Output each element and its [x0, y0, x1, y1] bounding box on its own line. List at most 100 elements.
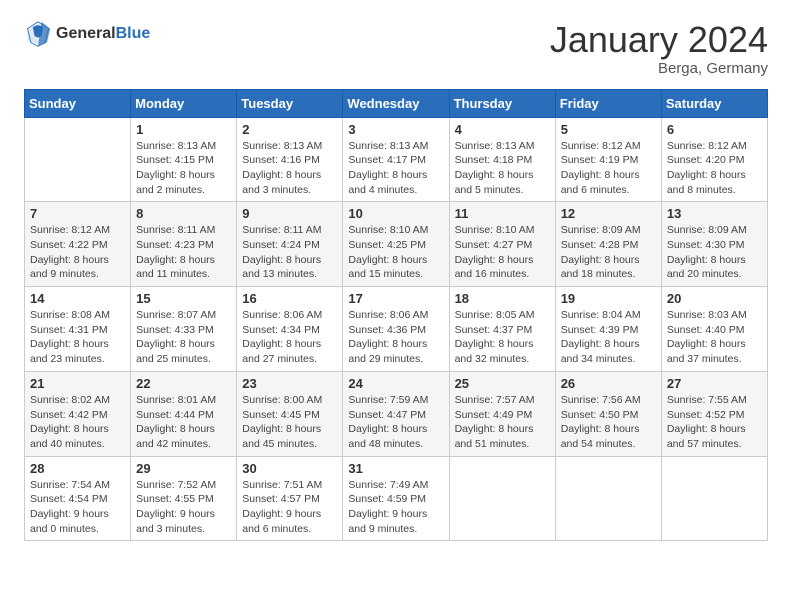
day-number: 2: [242, 122, 337, 137]
calendar-cell: 23 Sunrise: 8:00 AMSunset: 4:45 PMDayligh…: [237, 371, 343, 456]
day-number: 4: [455, 122, 550, 137]
day-info: Sunrise: 8:07 AMSunset: 4:33 PMDaylight:…: [136, 308, 231, 367]
calendar-cell: 30Sunrise: 7:51 AMSunset: 4:57 PMDayligh…: [237, 456, 343, 541]
day-info: Sunrise: 8:06 AMSunset: 4:34 PMDaylight:…: [242, 308, 337, 367]
calendar-header-row: SundayMondayTuesdayWednesdayThursdayFrid…: [25, 89, 768, 117]
day-info: Sunrise: 7:52 AMSunset: 4:55 PMDaylight:…: [136, 478, 231, 537]
calendar-cell: 10Sunrise: 8:10 AMSunset: 4:25 PMDayligh…: [343, 202, 449, 287]
calendar-week-row: 28 Sunrise: 7:54 AMSunset: 4:54 PMDayligh…: [25, 456, 768, 541]
day-info: Sunrise: 7:54 AMSunset: 4:54 PMDaylight:…: [30, 478, 125, 537]
day-info: Sunrise: 8:08 AMSunset: 4:31 PMDaylight:…: [30, 308, 125, 367]
day-number: 16: [242, 291, 337, 306]
day-info: Sunrise: 8:10 AMSunset: 4:27 PMDaylight:…: [455, 223, 550, 282]
day-number: 1: [136, 122, 231, 137]
calendar-cell: [25, 117, 131, 202]
logo: GeneralBlue: [24, 20, 150, 48]
logo-general: General: [56, 25, 116, 42]
logo-icon: [24, 20, 52, 48]
day-number: 30: [242, 461, 337, 476]
logo-text: GeneralBlue: [56, 24, 150, 43]
day-number: 14: [30, 291, 125, 306]
day-info: Sunrise: 8:00 AMSunset: 4:45 PMDaylight:…: [242, 393, 337, 452]
day-number: 29: [136, 461, 231, 476]
calendar-cell: [449, 456, 555, 541]
month-title: January 2024: [550, 20, 768, 60]
calendar-cell: 15 Sunrise: 8:07 AMSunset: 4:33 PMDayligh…: [131, 287, 237, 372]
day-info: Sunrise: 7:55 AMSunset: 4:52 PMDaylight:…: [667, 393, 762, 452]
day-number: 6: [667, 122, 762, 137]
day-info: Sunrise: 7:49 AMSunset: 4:59 PMDaylight:…: [348, 478, 443, 537]
day-number: 18: [455, 291, 550, 306]
day-info: Sunrise: 8:12 AMSunset: 4:19 PMDaylight:…: [561, 139, 656, 198]
calendar-cell: 13 Sunrise: 8:09 AMSunset: 4:30 PMDayligh…: [661, 202, 767, 287]
day-info: Sunrise: 8:11 AMSunset: 4:23 PMDaylight:…: [136, 223, 231, 282]
day-number: 7: [30, 206, 125, 221]
day-number: 22: [136, 376, 231, 391]
calendar-cell: 19Sunrise: 8:04 AMSunset: 4:39 PMDayligh…: [555, 287, 661, 372]
day-info: Sunrise: 8:02 AMSunset: 4:42 PMDaylight:…: [30, 393, 125, 452]
calendar-cell: 20 Sunrise: 8:03 AMSunset: 4:40 PMDayligh…: [661, 287, 767, 372]
day-number: 20: [667, 291, 762, 306]
day-info: Sunrise: 7:56 AMSunset: 4:50 PMDaylight:…: [561, 393, 656, 452]
calendar-week-row: 1 Sunrise: 8:13 AMSunset: 4:15 PMDaylight…: [25, 117, 768, 202]
calendar-cell: 5 Sunrise: 8:12 AMSunset: 4:19 PMDaylight…: [555, 117, 661, 202]
day-info: Sunrise: 8:13 AMSunset: 4:16 PMDaylight:…: [242, 139, 337, 198]
calendar-cell: 31Sunrise: 7:49 AMSunset: 4:59 PMDayligh…: [343, 456, 449, 541]
day-info: Sunrise: 8:11 AMSunset: 4:24 PMDaylight:…: [242, 223, 337, 282]
calendar-cell: 2 Sunrise: 8:13 AMSunset: 4:16 PMDaylight…: [237, 117, 343, 202]
calendar-cell: 9Sunrise: 8:11 AMSunset: 4:24 PMDaylight…: [237, 202, 343, 287]
day-info: Sunrise: 8:03 AMSunset: 4:40 PMDaylight:…: [667, 308, 762, 367]
calendar-cell: 16 Sunrise: 8:06 AMSunset: 4:34 PMDayligh…: [237, 287, 343, 372]
calendar-cell: 1 Sunrise: 8:13 AMSunset: 4:15 PMDaylight…: [131, 117, 237, 202]
day-number: 5: [561, 122, 656, 137]
day-number: 23: [242, 376, 337, 391]
day-number: 17: [348, 291, 443, 306]
day-info: Sunrise: 8:12 AMSunset: 4:20 PMDaylight:…: [667, 139, 762, 198]
calendar-cell: 3Sunrise: 8:13 AMSunset: 4:17 PMDaylight…: [343, 117, 449, 202]
calendar-cell: [661, 456, 767, 541]
day-info: Sunrise: 8:01 AMSunset: 4:44 PMDaylight:…: [136, 393, 231, 452]
calendar-cell: 12Sunrise: 8:09 AMSunset: 4:28 PMDayligh…: [555, 202, 661, 287]
logo-blue: Blue: [116, 25, 151, 42]
day-info: Sunrise: 8:10 AMSunset: 4:25 PMDaylight:…: [348, 223, 443, 282]
day-header-saturday: Saturday: [661, 89, 767, 117]
day-number: 15: [136, 291, 231, 306]
day-number: 25: [455, 376, 550, 391]
day-header-tuesday: Tuesday: [237, 89, 343, 117]
day-info: Sunrise: 7:59 AMSunset: 4:47 PMDaylight:…: [348, 393, 443, 452]
calendar-cell: 27 Sunrise: 7:55 AMSunset: 4:52 PMDayligh…: [661, 371, 767, 456]
calendar-cell: 25Sunrise: 7:57 AMSunset: 4:49 PMDayligh…: [449, 371, 555, 456]
day-number: 13: [667, 206, 762, 221]
day-info: Sunrise: 8:06 AMSunset: 4:36 PMDaylight:…: [348, 308, 443, 367]
page-header: GeneralBlue January 2024 Berga, Germany: [24, 20, 768, 77]
calendar-week-row: 14 Sunrise: 8:08 AMSunset: 4:31 PMDayligh…: [25, 287, 768, 372]
calendar-cell: 14 Sunrise: 8:08 AMSunset: 4:31 PMDayligh…: [25, 287, 131, 372]
day-number: 28: [30, 461, 125, 476]
calendar-week-row: 21 Sunrise: 8:02 AMSunset: 4:42 PMDayligh…: [25, 371, 768, 456]
day-header-wednesday: Wednesday: [343, 89, 449, 117]
day-number: 21: [30, 376, 125, 391]
calendar-table: SundayMondayTuesdayWednesdayThursdayFrid…: [24, 89, 768, 542]
day-number: 8: [136, 206, 231, 221]
day-info: Sunrise: 8:09 AMSunset: 4:28 PMDaylight:…: [561, 223, 656, 282]
day-info: Sunrise: 8:13 AMSunset: 4:17 PMDaylight:…: [348, 139, 443, 198]
calendar-cell: 28 Sunrise: 7:54 AMSunset: 4:54 PMDayligh…: [25, 456, 131, 541]
day-info: Sunrise: 8:12 AMSunset: 4:22 PMDaylight:…: [30, 223, 125, 282]
day-info: Sunrise: 8:13 AMSunset: 4:15 PMDaylight:…: [136, 139, 231, 198]
day-number: 27: [667, 376, 762, 391]
calendar-cell: 6 Sunrise: 8:12 AMSunset: 4:20 PMDaylight…: [661, 117, 767, 202]
calendar-week-row: 7 Sunrise: 8:12 AMSunset: 4:22 PMDaylight…: [25, 202, 768, 287]
day-info: Sunrise: 8:09 AMSunset: 4:30 PMDaylight:…: [667, 223, 762, 282]
title-block: January 2024 Berga, Germany: [550, 20, 768, 77]
calendar-cell: 22 Sunrise: 8:01 AMSunset: 4:44 PMDayligh…: [131, 371, 237, 456]
day-header-sunday: Sunday: [25, 89, 131, 117]
day-info: Sunrise: 8:04 AMSunset: 4:39 PMDaylight:…: [561, 308, 656, 367]
calendar-cell: 7 Sunrise: 8:12 AMSunset: 4:22 PMDaylight…: [25, 202, 131, 287]
calendar-cell: 29 Sunrise: 7:52 AMSunset: 4:55 PMDayligh…: [131, 456, 237, 541]
day-number: 24: [348, 376, 443, 391]
calendar-cell: 26Sunrise: 7:56 AMSunset: 4:50 PMDayligh…: [555, 371, 661, 456]
location: Berga, Germany: [550, 60, 768, 77]
day-info: Sunrise: 8:13 AMSunset: 4:18 PMDaylight:…: [455, 139, 550, 198]
calendar-cell: [555, 456, 661, 541]
calendar-cell: 8 Sunrise: 8:11 AMSunset: 4:23 PMDaylight…: [131, 202, 237, 287]
